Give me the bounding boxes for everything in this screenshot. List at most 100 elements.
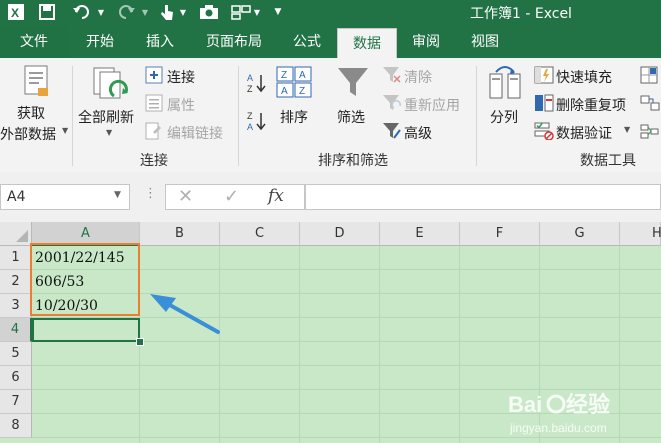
group-sort-filter-label: 排序和筛选 (318, 153, 388, 169)
refresh-all-icon[interactable] (90, 66, 130, 108)
data-validation-label[interactable]: 数据验证 (556, 123, 612, 143)
row-header-7[interactable]: 7 (0, 390, 32, 414)
relationships-icon[interactable] (640, 94, 660, 116)
refresh-all-label[interactable]: 全部刷新 (78, 107, 134, 127)
name-box[interactable]: A4 (0, 184, 130, 210)
get-external-label-1[interactable]: 获取 (17, 103, 45, 123)
formula-bar: A4 ▼ ⋮ ✕ ✓ fx (0, 172, 661, 222)
svg-text:Z: Z (247, 84, 253, 94)
column-header-d[interactable]: D (300, 222, 380, 246)
remove-duplicates-label[interactable]: 删除重复项 (556, 95, 626, 115)
clear-label[interactable]: 清除 (404, 67, 432, 87)
row-header-5[interactable]: 5 (0, 342, 32, 366)
undo-dropdown-icon[interactable]: ▼ (96, 0, 106, 24)
tab-view[interactable]: 视图 (458, 26, 512, 58)
filter-icon[interactable] (336, 66, 370, 104)
row-header-6[interactable]: 6 (0, 366, 32, 390)
gridline (299, 246, 300, 443)
cancel-icon[interactable]: ✕ (178, 186, 193, 207)
ribbon-separator (72, 66, 73, 166)
reapply-label[interactable]: 重新应用 (404, 95, 460, 115)
get-external-data-icon[interactable] (22, 64, 52, 102)
data-validation-dropdown-icon[interactable]: ▼ (624, 125, 630, 134)
refresh-dropdown-icon[interactable]: ▼ (106, 128, 112, 137)
gridline (219, 246, 220, 443)
sort-descending-icon[interactable]: ZA (246, 110, 268, 136)
layout-dropdown-icon[interactable]: ▼ (252, 0, 262, 24)
tab-file[interactable]: 文件 (0, 26, 68, 58)
ribbon-tab-row: 文件 开始 插入 页面布局 公式 数据 审阅 视图 (0, 26, 661, 59)
column-header-c[interactable]: C (220, 222, 300, 246)
text-to-columns-icon[interactable] (488, 66, 524, 104)
tab-page-layout[interactable]: 页面布局 (192, 26, 276, 58)
column-header-e[interactable]: E (380, 222, 460, 246)
tab-home[interactable]: 开始 (72, 26, 128, 58)
column-header-h[interactable]: H (620, 222, 661, 246)
remove-duplicates-icon[interactable] (534, 94, 554, 116)
ribbon-separator (238, 66, 239, 166)
undo-icon[interactable] (70, 0, 94, 24)
svg-text:X: X (11, 6, 19, 20)
connections-label[interactable]: 连接 (167, 67, 195, 87)
save-icon[interactable] (36, 0, 58, 24)
get-external-dropdown-icon[interactable]: ▼ (62, 126, 68, 135)
filter-label[interactable]: 筛选 (337, 107, 365, 127)
row-header-1[interactable]: 1 (0, 246, 32, 270)
sort-label[interactable]: 排序 (280, 107, 308, 127)
tab-data[interactable]: 数据 (337, 28, 397, 59)
select-all-corner[interactable] (0, 222, 32, 246)
flash-fill-label[interactable]: 快速填充 (556, 67, 612, 87)
layout-icon[interactable] (230, 0, 252, 24)
data-validation-icon[interactable] (534, 122, 554, 144)
properties-label[interactable]: 属性 (167, 95, 195, 115)
column-header-b[interactable]: B (140, 222, 220, 246)
column-header-f[interactable]: F (460, 222, 540, 246)
touch-mode-icon[interactable] (156, 0, 178, 24)
baidu-jingyan-watermark-logo: Bai 经验 jingyan.baidu.com (508, 392, 610, 435)
advanced-label[interactable]: 高级 (404, 123, 432, 143)
name-box-dropdown-icon[interactable]: ▼ (114, 190, 121, 200)
sort-ascending-icon[interactable]: AZ (246, 72, 268, 98)
customize-icon[interactable]: ▼ (272, 0, 284, 24)
tab-insert[interactable]: 插入 (132, 26, 188, 58)
edit-links-label[interactable]: 编辑链接 (167, 123, 223, 143)
edit-links-icon[interactable] (145, 122, 163, 144)
group-connections-label: 连接 (140, 153, 168, 169)
redo-dropdown-icon[interactable]: ▼ (140, 0, 150, 24)
manage-data-model-icon[interactable] (640, 122, 660, 144)
camera-icon[interactable] (198, 0, 220, 24)
consolidate-icon[interactable] (640, 66, 660, 88)
row-header-8[interactable]: 8 (0, 414, 32, 438)
reapply-icon[interactable] (382, 94, 402, 116)
connections-icon[interactable] (145, 66, 163, 88)
text-to-columns-label[interactable]: 分列 (490, 107, 518, 127)
tab-review[interactable]: 审阅 (400, 26, 452, 58)
row-header-3[interactable]: 3 (0, 294, 32, 318)
advanced-filter-icon[interactable] (382, 122, 402, 144)
redo-icon[interactable] (114, 0, 138, 24)
sort-dialog-icon[interactable]: ZAAZ (276, 66, 312, 102)
enter-icon[interactable]: ✓ (224, 186, 239, 207)
clear-filter-icon[interactable] (382, 66, 402, 88)
svg-text:A: A (247, 122, 253, 132)
properties-icon[interactable] (145, 94, 163, 116)
touch-dropdown-icon[interactable]: ▼ (178, 0, 188, 24)
insert-function-icon[interactable]: fx (268, 186, 284, 206)
gridline (379, 246, 380, 443)
svg-text:Z: Z (247, 111, 253, 121)
annotation-arrow-icon (150, 294, 220, 334)
title-bar: X ▼ ▼ ▼ ▼ ▼ 工作簿1 - Excel (0, 0, 661, 26)
active-cell-a4[interactable] (32, 318, 140, 342)
svg-text:A: A (247, 73, 253, 83)
flash-fill-icon[interactable] (534, 66, 554, 88)
row-header-2[interactable]: 2 (0, 270, 32, 294)
column-header-g[interactable]: G (540, 222, 620, 246)
formula-buttons: ✕ ✓ fx (165, 184, 305, 210)
row-header-4[interactable]: 4 (0, 318, 32, 342)
tab-formulas[interactable]: 公式 (280, 26, 334, 58)
formula-input[interactable] (305, 184, 661, 210)
get-external-label-2[interactable]: 外部数据 (0, 124, 56, 144)
gridline (32, 365, 661, 366)
window-title: 工作簿1 - Excel (470, 6, 572, 22)
fill-handle[interactable] (136, 338, 144, 346)
